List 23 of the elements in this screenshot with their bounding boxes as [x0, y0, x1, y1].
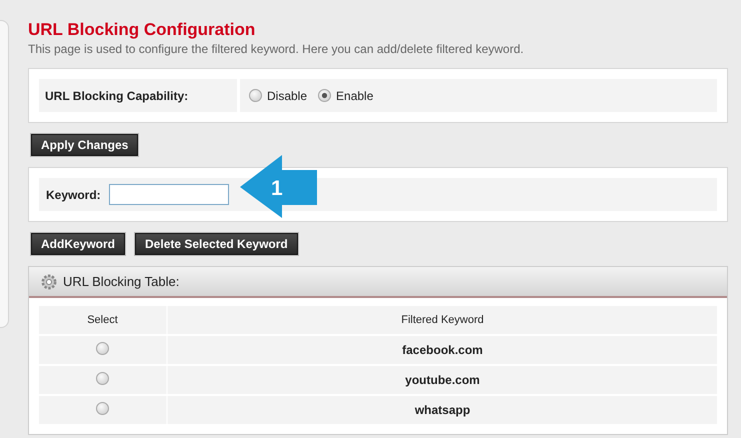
- radio-button[interactable]: [318, 89, 332, 102]
- radio-label: Enable: [336, 88, 374, 102]
- table-cell: facebook.com: [402, 343, 483, 357]
- page-title: URL Blocking Configuration: [28, 19, 256, 41]
- radio-label: Disable: [267, 88, 308, 102]
- table-cell: whatsapp: [414, 403, 470, 417]
- callout-arrow: 1: [240, 155, 318, 218]
- page-description: This page is used to configure the filtered keyword. Here you can add/delete filtered keyword.: [28, 41, 525, 57]
- null[interactable]: AddKeyword: [31, 233, 126, 255]
- column-header: Filtered Keyword: [401, 314, 484, 326]
- gear-icon: [41, 274, 57, 290]
- table-cell: youtube.com: [405, 373, 480, 387]
- row-radio-button[interactable]: [96, 372, 109, 385]
- field-label: URL Blocking Capability:: [45, 88, 188, 102]
- keyword-field[interactable]: [108, 184, 229, 205]
- column-header: Select: [87, 314, 118, 326]
- row-radio-button[interactable]: [96, 402, 109, 415]
- row-radio-button[interactable]: [96, 342, 109, 355]
- table-title: URL Blocking Table:: [63, 274, 180, 289]
- field-label: Keyword:: [46, 188, 101, 202]
- null[interactable]: Apply Changes: [31, 134, 138, 156]
- null[interactable]: Delete Selected Keyword: [135, 233, 298, 255]
- radio-button[interactable]: [249, 89, 262, 102]
